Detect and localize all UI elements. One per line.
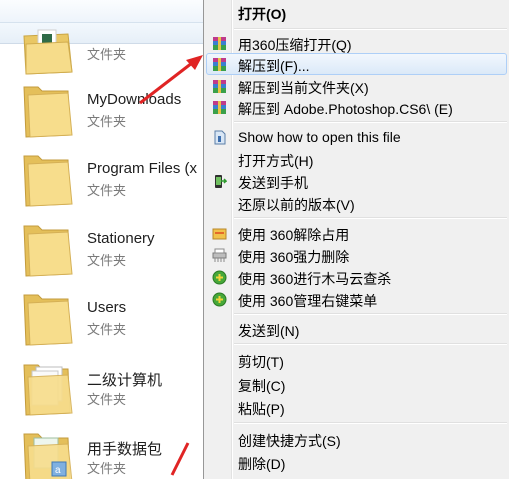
menu-item-label: 剪切(T) [238, 354, 284, 370]
menu-item-send-to-phone[interactable]: 发送到手机 [206, 170, 507, 192]
menu-item-show-how-to-open[interactable]: Show how to open this file [206, 126, 507, 148]
menu-item-extract-to[interactable]: 解压到(F)... [206, 53, 507, 75]
menu-item-open-with-360zip[interactable]: 用360压缩打开(Q) [206, 32, 507, 54]
menu-item-label: 使用 360解除占用 [238, 227, 350, 243]
menu-item-label: 发送到手机 [238, 175, 308, 191]
shredder-icon [212, 248, 227, 262]
archive-icon [213, 101, 226, 114]
menu-item-send-to[interactable]: 发送到(N) [206, 318, 507, 340]
menu-item-extract-to-folder[interactable]: 解压到 Adobe.Photoshop.CS6\ (E) [206, 96, 507, 118]
menu-item-label: 粘贴(P) [238, 401, 285, 417]
menu-item-360-manage-context-menu[interactable]: 使用 360管理右键菜单 [206, 288, 507, 310]
menu-item-label: 解压到当前文件夹(X) [238, 80, 369, 96]
shield-360-icon [212, 270, 227, 285]
archive-icon [213, 58, 226, 71]
menu-separator [234, 343, 507, 345]
shield-360-icon [212, 292, 227, 307]
menu-item-copy[interactable]: 复制(C) [206, 373, 507, 395]
menu-item-cut[interactable]: 剪切(T) [206, 349, 507, 371]
menu-item-open-with[interactable]: 打开方式(H) [206, 148, 507, 170]
phone-send-icon [215, 175, 227, 188]
menu-item-label: 删除(D) [238, 456, 286, 472]
archive-icon [213, 37, 226, 50]
menu-item-360-unlock[interactable]: 使用 360解除占用 [206, 222, 507, 244]
menu-item-extract-here[interactable]: 解压到当前文件夹(X) [206, 75, 507, 97]
menu-item-restore-previous-versions[interactable]: 还原以前的版本(V) [206, 192, 507, 214]
menu-item-label: 用360压缩打开(Q) [238, 37, 352, 53]
menu-item-paste[interactable]: 粘贴(P) [206, 396, 507, 418]
context-menu: 打开(O) 用360压缩打开(Q) 解压到(F)... 解压到当前文件夹(X) … [203, 0, 509, 479]
annotation-arrow-lower [170, 442, 190, 476]
menu-item-label: 使用 360管理右键菜单 [238, 293, 378, 309]
menu-separator [234, 217, 507, 219]
menu-separator [234, 422, 507, 424]
menu-item-delete[interactable]: 删除(D) [206, 451, 507, 473]
menu-item-label: 还原以前的版本(V) [238, 197, 355, 213]
menu-item-open[interactable]: 打开(O) [206, 1, 507, 23]
menu-item-label: 发送到(N) [238, 323, 300, 339]
menu-item-label: 创建快捷方式(S) [238, 433, 341, 449]
menu-item-360-trojan-scan[interactable]: 使用 360进行木马云查杀 [206, 266, 507, 288]
menu-item-create-shortcut[interactable]: 创建快捷方式(S) [206, 428, 507, 450]
menu-separator [234, 121, 507, 123]
unlock-icon [212, 228, 227, 240]
menu-item-label: 复制(C) [238, 378, 286, 394]
file-info-icon [214, 130, 226, 145]
menu-item-label: 打开(O) [238, 6, 287, 22]
menu-item-label: 解压到(F)... [238, 58, 310, 74]
menu-separator [234, 28, 507, 30]
menu-item-label: 打开方式(H) [238, 153, 314, 169]
menu-item-label: Show how to open this file [238, 129, 401, 145]
menu-item-label: 使用 360强力删除 [238, 249, 350, 265]
menu-item-label: 解压到 Adobe.Photoshop.CS6\ (E) [238, 101, 453, 117]
archive-icon [213, 80, 226, 93]
menu-separator [234, 313, 507, 315]
annotation-arrow-upper [139, 55, 203, 105]
menu-item-360-force-delete[interactable]: 使用 360强力删除 [206, 244, 507, 266]
menu-item-label: 使用 360进行木马云查杀 [238, 271, 392, 287]
